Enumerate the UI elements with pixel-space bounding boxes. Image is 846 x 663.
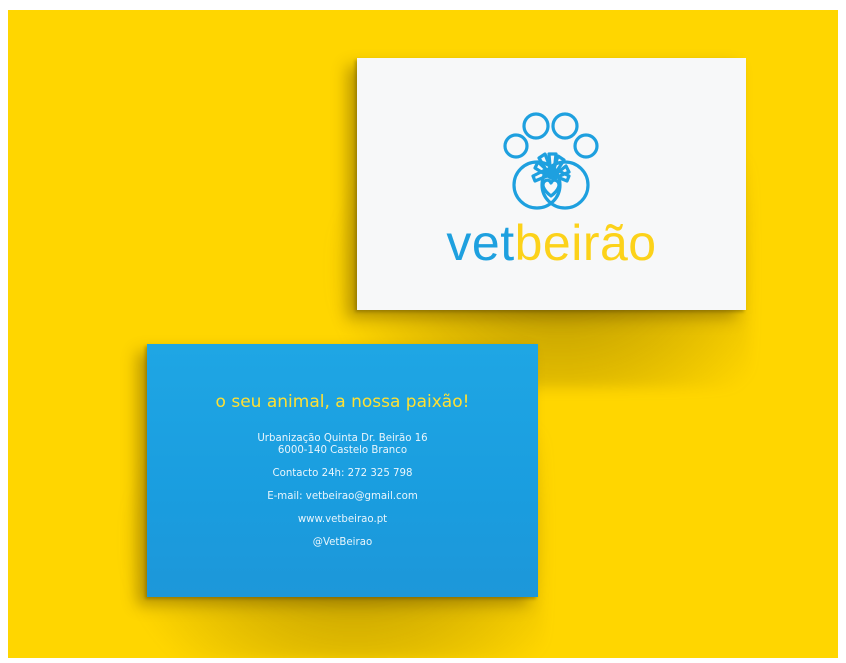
website: www.vetbeirao.pt xyxy=(297,514,388,525)
tagline: o seu animal, a nossa paixão! xyxy=(215,392,470,412)
paw-toe-3 xyxy=(551,112,579,140)
paw-toe-2 xyxy=(522,112,550,140)
business-card-front: vetbeirão xyxy=(357,58,746,310)
address-line-2: 6000-140 Castelo Branco xyxy=(277,445,408,456)
logo-wordmark: vetbeirão xyxy=(357,218,746,268)
address-line-1: Urbanização Quinta Dr. Beirão 16 xyxy=(257,433,428,444)
social-handle: @VetBeirao xyxy=(312,537,373,548)
wordmark-vet: vet xyxy=(446,215,515,271)
paw-heart-flower-icon xyxy=(503,112,599,210)
business-card-back: o seu animal, a nossa paixão! Urbanizaçã… xyxy=(147,344,538,597)
wordmark-beirao: beirão xyxy=(514,215,657,271)
paw-toe-1 xyxy=(503,133,529,159)
email-contact: E-mail: vetbeirao@gmail.com xyxy=(267,491,418,502)
paw-toe-4 xyxy=(573,133,599,159)
phone-contact: Contacto 24h: 272 325 798 xyxy=(272,468,413,479)
yellow-background: vetbeirão o seu animal, a nossa paixão! … xyxy=(8,10,838,658)
